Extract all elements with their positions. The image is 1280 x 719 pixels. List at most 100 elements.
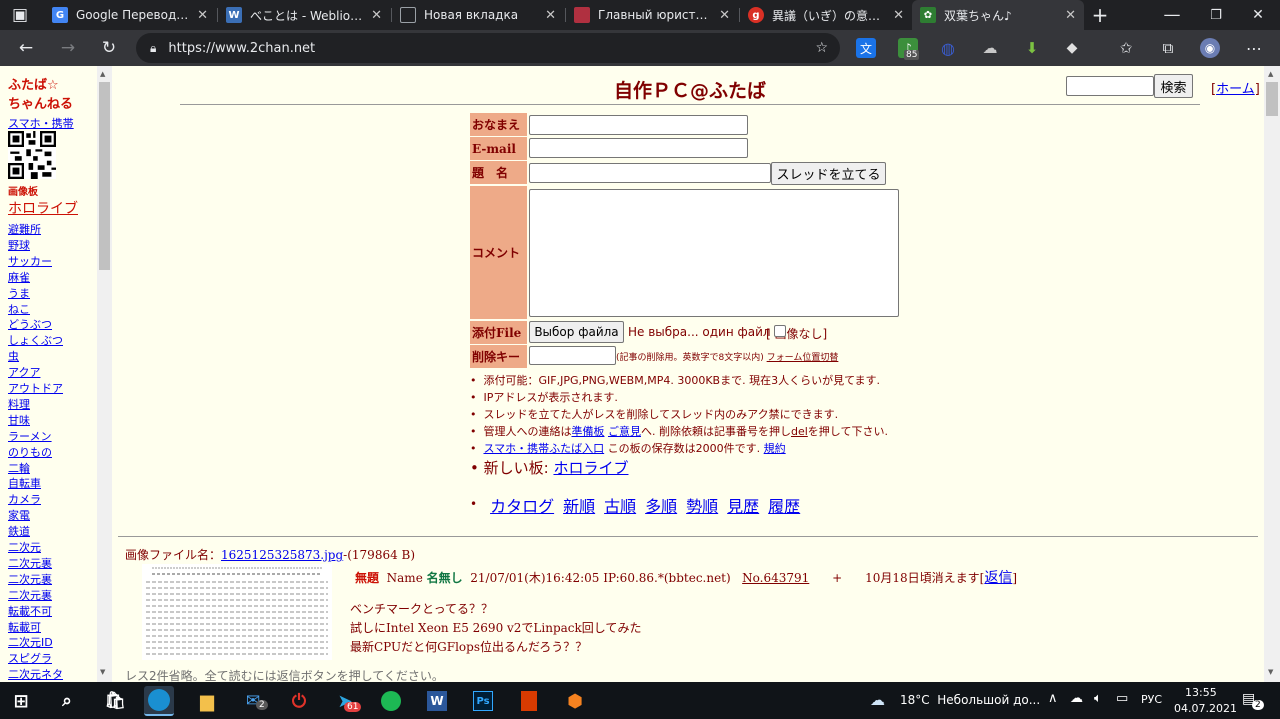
email-input[interactable] bbox=[529, 138, 748, 158]
hololive-link[interactable]: ホロライブ bbox=[8, 198, 78, 218]
sort-nav-link[interactable]: 多順 bbox=[645, 493, 677, 517]
translate-extension-icon[interactable]: 文 bbox=[856, 38, 876, 58]
network-icon[interactable]: ▭ bbox=[1116, 691, 1128, 706]
chevron-up-icon[interactable]: ∧ bbox=[1048, 691, 1058, 706]
board-link[interactable]: 虫 bbox=[8, 348, 19, 364]
sort-nav-link[interactable]: 新順 bbox=[563, 493, 595, 517]
board-link[interactable]: しょくぶつ bbox=[8, 332, 63, 348]
board-link[interactable]: うま bbox=[8, 285, 30, 301]
board-link[interactable]: アクア bbox=[8, 364, 40, 380]
close-icon[interactable]: ✕ bbox=[197, 8, 208, 23]
opinion-link[interactable]: ご意見 bbox=[608, 425, 641, 438]
tab-google-translate[interactable]: G Google Переводчик ✕ bbox=[44, 0, 216, 30]
board-link[interactable]: ラーメン bbox=[8, 428, 52, 444]
cloud-extension-icon[interactable]: ☁ bbox=[980, 38, 1000, 58]
choose-file-button[interactable]: Выбор файла bbox=[529, 321, 624, 343]
board-link[interactable]: 甘味 bbox=[8, 412, 30, 428]
file-explorer-icon[interactable]: ▆ bbox=[192, 686, 222, 716]
board-link[interactable]: カメラ bbox=[8, 491, 41, 507]
tab-lawyer[interactable]: Главный юрист Росси ✕ bbox=[566, 0, 738, 30]
sort-nav-link[interactable]: 履歴 bbox=[768, 493, 800, 517]
start-windows-icon[interactable]: ⊞ bbox=[6, 686, 36, 716]
board-link[interactable]: 鉄道 bbox=[8, 523, 30, 539]
board-link[interactable]: 転載可 bbox=[8, 619, 41, 635]
profile-avatar[interactable]: ◉ bbox=[1200, 38, 1220, 58]
maximize-button[interactable]: ❐ bbox=[1204, 3, 1228, 27]
search-icon[interactable]: ⌕ bbox=[52, 686, 82, 716]
app-icon[interactable]: ⬢ bbox=[560, 686, 590, 716]
sort-nav-link[interactable]: 見歴 bbox=[727, 493, 759, 517]
board-link[interactable]: 二次元 bbox=[8, 539, 41, 555]
language-indicator[interactable]: РУС bbox=[1141, 693, 1162, 706]
board-link[interactable]: 二次元ID bbox=[8, 634, 53, 650]
tab-actions-icon[interactable]: ▣ bbox=[8, 3, 32, 27]
close-window-button[interactable]: ✕ bbox=[1246, 3, 1270, 27]
image-file-link[interactable]: 1625125325873.jpg bbox=[221, 548, 343, 562]
board-link[interactable]: のりもの bbox=[8, 444, 52, 460]
close-icon[interactable]: ✕ bbox=[545, 8, 556, 23]
board-link[interactable]: 料理 bbox=[8, 396, 30, 412]
photoshop-icon[interactable]: Ps bbox=[468, 686, 498, 716]
volume-icon[interactable]: 🔈︎ bbox=[1094, 691, 1102, 706]
no-image-checkbox[interactable] bbox=[774, 325, 786, 337]
board-link[interactable]: 自転車 bbox=[8, 475, 41, 491]
extension-icon[interactable]: ◆ bbox=[1062, 38, 1082, 58]
address-bar[interactable]: 🔒︎ https://www.2chan.net ☆ bbox=[136, 33, 840, 63]
word-icon[interactable]: W bbox=[422, 686, 452, 716]
tab-weblio[interactable]: W べことは - Weblio辞書 ✕ bbox=[218, 0, 390, 30]
sort-nav-link[interactable]: 古順 bbox=[604, 493, 636, 517]
onedrive-icon[interactable]: ☁ bbox=[1070, 691, 1083, 706]
weather-text[interactable]: 18°C Небольшой до... bbox=[900, 693, 1040, 707]
board-link[interactable]: 二次元裏 bbox=[8, 571, 52, 587]
favorite-icon[interactable]: ☆ bbox=[815, 40, 828, 56]
tab-new-tab[interactable]: Новая вкладка ✕ bbox=[392, 0, 564, 30]
board-link[interactable]: 麻雀 bbox=[8, 269, 30, 285]
reply-link[interactable]: 返信 bbox=[984, 570, 1012, 586]
search-input[interactable] bbox=[1066, 76, 1154, 96]
weather-icon[interactable]: ☁ bbox=[870, 691, 885, 709]
clock-date[interactable]: 04.07.2021 bbox=[1174, 702, 1237, 715]
search-button[interactable]: 検索 bbox=[1154, 74, 1193, 98]
comment-textarea[interactable] bbox=[529, 189, 899, 317]
name-input[interactable] bbox=[529, 115, 748, 135]
board-link[interactable]: 二次元裏 bbox=[8, 587, 52, 603]
download-extension-icon[interactable]: ⬇ bbox=[1022, 38, 1042, 58]
scrollbar-thumb[interactable] bbox=[99, 82, 110, 270]
post-thumbnail[interactable] bbox=[142, 564, 332, 660]
sodane-button[interactable]: + bbox=[832, 571, 842, 585]
new-board-link[interactable]: ホロライブ bbox=[553, 459, 628, 477]
board-link[interactable]: どうぶつ bbox=[8, 316, 52, 332]
mobile-entry-link[interactable]: スマホ・携帯ふたば入口 bbox=[483, 442, 604, 455]
board-link[interactable]: サッカー bbox=[8, 253, 52, 269]
subject-input[interactable] bbox=[529, 163, 771, 183]
new-tab-button[interactable]: + bbox=[1088, 3, 1112, 27]
reload-button[interactable]: ↻ bbox=[97, 36, 121, 60]
delete-key-input[interactable] bbox=[529, 346, 616, 365]
acrobat-icon[interactable]: ⏻ bbox=[284, 686, 314, 716]
minimize-button[interactable]: — bbox=[1160, 3, 1184, 27]
settings-menu-icon[interactable]: ⋯ bbox=[1244, 38, 1264, 58]
board-link[interactable]: 避難所 bbox=[8, 221, 41, 237]
forward-button[interactable]: → bbox=[56, 36, 80, 60]
board-link[interactable]: 二次元ネタ bbox=[8, 666, 63, 682]
spotify-icon[interactable] bbox=[376, 686, 406, 716]
board-link[interactable]: アウトドア bbox=[8, 380, 63, 396]
terms-link[interactable]: 規約 bbox=[764, 442, 786, 455]
prep-board-link[interactable]: 準備板 bbox=[571, 425, 604, 438]
board-link[interactable]: スピグラ bbox=[8, 650, 52, 666]
board-link[interactable]: 家電 bbox=[8, 507, 30, 523]
close-icon[interactable]: ✕ bbox=[371, 8, 382, 23]
vpn-extension-icon[interactable]: ◍ bbox=[938, 38, 958, 58]
close-icon[interactable]: ✕ bbox=[719, 8, 730, 23]
favorites-icon[interactable]: ✩ bbox=[1116, 38, 1136, 58]
post-number[interactable]: No.643791 bbox=[742, 571, 809, 585]
board-link[interactable]: 転載不可 bbox=[8, 603, 52, 619]
left-scrollbar[interactable]: ▲ ▼ bbox=[97, 66, 112, 682]
main-scrollbar[interactable]: ▲ ▼ bbox=[1264, 66, 1280, 682]
home-link[interactable]: ホーム bbox=[1216, 82, 1255, 97]
tab-goo-dictionary[interactable]: g 異議（いぎ）の意味 - g ✕ bbox=[740, 0, 912, 30]
collections-icon[interactable]: ⧉ bbox=[1158, 38, 1178, 58]
board-link[interactable]: 二次元裏 bbox=[8, 555, 52, 571]
del-link[interactable]: del bbox=[791, 425, 808, 438]
back-button[interactable]: ← bbox=[14, 36, 38, 60]
